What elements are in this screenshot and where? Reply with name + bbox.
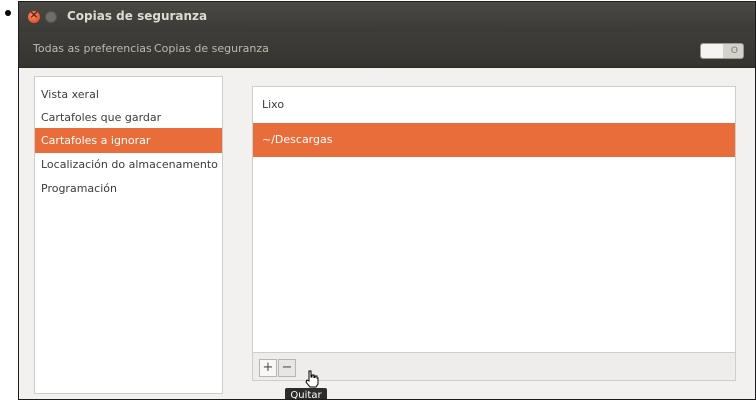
remove-tooltip: Quitar bbox=[285, 388, 327, 399]
sidebar-item-storage-location[interactable]: Localización do almacenamento bbox=[35, 152, 222, 177]
toggle-knob bbox=[701, 44, 723, 58]
window-title: Copias de seguranza bbox=[67, 9, 208, 23]
breadcrumb-backups[interactable]: Copias de seguranza bbox=[154, 42, 269, 55]
toggle-off-label: O bbox=[730, 46, 738, 56]
list-actions-bar: + − bbox=[252, 353, 736, 381]
toolbar: Todas as preferencias Copias de seguranz… bbox=[19, 32, 755, 68]
close-window-icon[interactable] bbox=[28, 8, 40, 23]
ignored-folders-list: Lixo ~/Descargas bbox=[252, 86, 736, 353]
list-item-trash[interactable]: Lixo bbox=[253, 88, 735, 122]
title-bar: Copias de seguranza bbox=[19, 2, 755, 32]
remove-folder-button[interactable]: − bbox=[278, 359, 296, 377]
add-folder-button[interactable]: + bbox=[259, 359, 277, 377]
sidebar-item-folders-to-ignore[interactable]: Cartafoles a ignorar bbox=[35, 128, 222, 153]
sidebar-item-scheduling[interactable]: Programación bbox=[35, 176, 222, 201]
sidebar: Vista xeral Cartafoles que gardar Cartaf… bbox=[34, 76, 223, 394]
sidebar-item-folders-to-save[interactable]: Cartafoles que gardar bbox=[35, 105, 222, 130]
list-item-downloads[interactable]: ~/Descargas bbox=[253, 123, 735, 157]
hand-cursor-icon bbox=[305, 370, 319, 388]
breadcrumb-all-settings[interactable]: Todas as preferencias bbox=[33, 42, 152, 55]
backup-toggle-switch[interactable]: O bbox=[700, 43, 744, 59]
backup-window: Copias de seguranza Todas as preferencia… bbox=[18, 1, 756, 400]
list-bullet bbox=[5, 10, 11, 16]
minimize-window-icon[interactable] bbox=[45, 11, 57, 23]
sidebar-item-overview[interactable]: Vista xeral bbox=[35, 82, 222, 107]
